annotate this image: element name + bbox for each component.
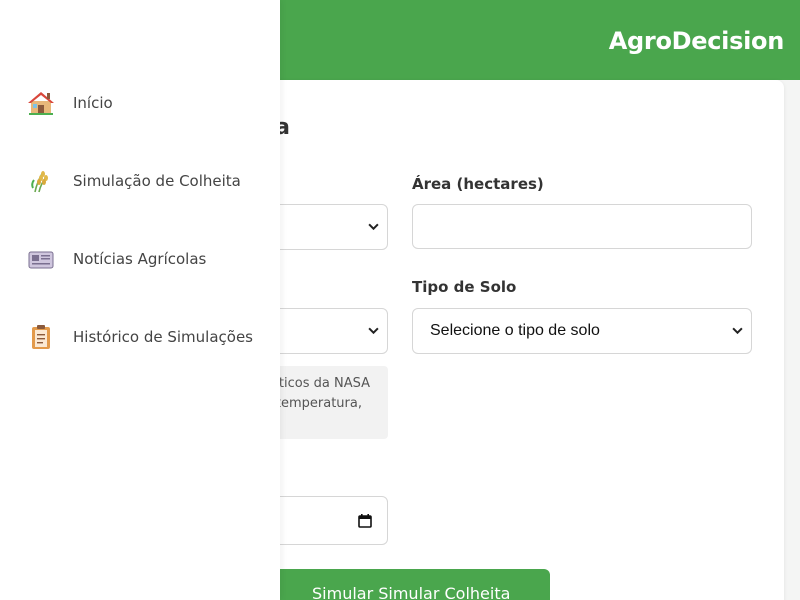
sidebar-drawer: Início Simulação de Colheita Notícias Ag… (0, 0, 280, 600)
info-text-line-2: temperatura, (275, 396, 362, 411)
wheat-icon (31, 171, 48, 193)
sidebar-item-label: Histórico de Simulações (73, 328, 253, 346)
app-brand: AgroDecision (608, 27, 785, 55)
sidebar-item-simulacao[interactable]: Simulação de Colheita (0, 161, 280, 201)
sidebar-item-inicio[interactable]: Início (0, 83, 280, 123)
sidebar-item-historico[interactable]: Histórico de Simulações (0, 317, 280, 357)
area-label: Área (hectares) (412, 175, 544, 193)
sidebar-item-noticias[interactable]: Notícias Agrícolas (0, 239, 280, 279)
area-input[interactable] (412, 204, 752, 249)
clipboard-icon (32, 325, 50, 349)
chevron-down-icon (368, 223, 379, 231)
sidebar-item-label: Notícias Agrícolas (73, 250, 207, 268)
calendar-icon[interactable] (358, 514, 372, 528)
house-icon (28, 92, 54, 115)
simulate-button-label: Simular Simular Colheita (312, 584, 511, 600)
sidebar-item-label: Início (73, 94, 113, 112)
chevron-down-icon (368, 327, 379, 335)
newspaper-icon (28, 251, 54, 269)
chevron-down-icon (732, 327, 743, 335)
soil-type-selected: Selecione o tipo de solo (430, 322, 600, 339)
soil-type-label: Tipo de Solo (412, 278, 517, 296)
soil-type-select[interactable]: Selecione o tipo de solo (412, 308, 752, 354)
sidebar-item-label: Simulação de Colheita (73, 172, 241, 190)
info-text-line-1: ticos da NASA (278, 376, 370, 391)
